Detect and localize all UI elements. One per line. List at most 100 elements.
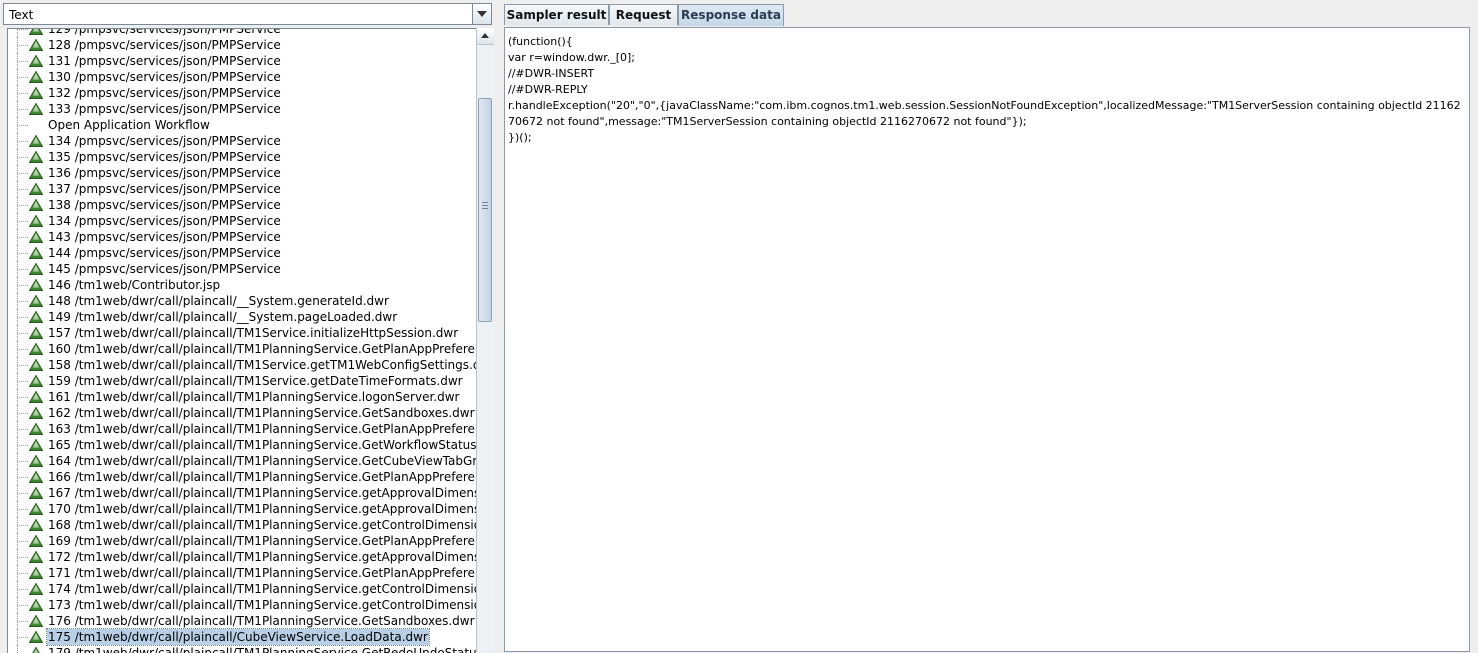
view-type-selected: Text (9, 8, 34, 22)
success-triangle-icon (29, 231, 43, 243)
response-text-area[interactable]: (function(){ var r=window.dwr._[0]; //#DWR… (508, 34, 1463, 651)
tree-item-label: 162 /tm1web/dwr/call/plaincall/TM1Planni… (48, 406, 475, 420)
tree-item[interactable]: 134 /pmpsvc/services/json/PMPService (8, 213, 476, 229)
tree-connector (17, 237, 28, 238)
tab-sampler-result[interactable]: Sampler result (504, 4, 609, 25)
tree-item[interactable]: 167 /tm1web/dwr/call/plaincall/TM1Planni… (8, 485, 476, 501)
success-triangle-icon (29, 295, 43, 307)
tab-request[interactable]: Request (609, 4, 678, 25)
tree-connector (17, 317, 28, 318)
success-triangle-icon (29, 631, 43, 643)
tree-connector (17, 61, 28, 62)
success-triangle-icon (29, 151, 43, 163)
tree-item[interactable]: 159 /tm1web/dwr/call/plaincall/TM1Servic… (8, 373, 476, 389)
tree-connector (17, 621, 28, 622)
success-triangle-icon (29, 247, 43, 259)
tree-item[interactable]: 163 /tm1web/dwr/call/plaincall/TM1Planni… (8, 421, 476, 437)
tree-item[interactable]: 175 /tm1web/dwr/call/plaincall/CubeViewS… (8, 628, 476, 646)
tree-item-label: 175 /tm1web/dwr/call/plaincall/CubeViewS… (46, 628, 430, 646)
tree-item-label: 172 /tm1web/dwr/call/plaincall/TM1Planni… (48, 550, 476, 564)
tree-connector (17, 29, 28, 30)
tree-item-label: 166 /tm1web/dwr/call/plaincall/TM1Planni… (48, 470, 476, 484)
sample-results-tree[interactable]: 129 /pmpsvc/services/json/PMPService 128 … (7, 28, 476, 653)
tree-connector (17, 125, 28, 126)
tree-item[interactable]: 133 /pmpsvc/services/json/PMPService (8, 101, 476, 117)
view-type-dropdown[interactable]: Text (3, 3, 492, 25)
response-line: //#DWR-REPLY (508, 83, 588, 96)
tree-item[interactable]: 160 /tm1web/dwr/call/plaincall/TM1Planni… (8, 341, 476, 357)
chevron-down-icon[interactable] (472, 4, 491, 24)
tree-connector (17, 141, 28, 142)
success-triangle-icon (29, 455, 43, 467)
tree-item[interactable]: 173 /tm1web/dwr/call/plaincall/TM1Planni… (8, 597, 476, 613)
tree-item-label: 134 /pmpsvc/services/json/PMPService (48, 214, 281, 228)
scroll-thumb[interactable] (478, 98, 492, 322)
tree-item[interactable]: 168 /tm1web/dwr/call/plaincall/TM1Planni… (8, 517, 476, 533)
tree-list: 129 /pmpsvc/services/json/PMPService 128 … (8, 29, 476, 653)
tree-item[interactable]: 130 /pmpsvc/services/json/PMPService (8, 69, 476, 85)
success-triangle-icon (29, 55, 43, 67)
tree-item[interactable]: 145 /pmpsvc/services/json/PMPService (8, 261, 476, 277)
tree-item-label: 135 /pmpsvc/services/json/PMPService (48, 150, 281, 164)
tree-item[interactable]: 172 /tm1web/dwr/call/plaincall/TM1Planni… (8, 549, 476, 565)
tree-connector (17, 45, 28, 46)
tree-item[interactable]: 131 /pmpsvc/services/json/PMPService (8, 53, 476, 69)
tree-item-label: 164 /tm1web/dwr/call/plaincall/TM1Planni… (48, 454, 476, 468)
success-triangle-icon (29, 263, 43, 275)
tree-item-label: 169 /tm1web/dwr/call/plaincall/TM1Planni… (48, 534, 476, 548)
success-triangle-icon (29, 359, 43, 371)
tree-item-label: 173 /tm1web/dwr/call/plaincall/TM1Planni… (48, 598, 476, 612)
tree-item[interactable]: 165 /tm1web/dwr/call/plaincall/TM1Planni… (8, 437, 476, 453)
tree-item-label: 158 /tm1web/dwr/call/plaincall/TM1Servic… (48, 358, 476, 372)
tree-item[interactable]: 143 /pmpsvc/services/json/PMPService (8, 229, 476, 245)
response-line: (function(){ (508, 35, 573, 48)
tree-item[interactable]: 134 /pmpsvc/services/json/PMPService (8, 133, 476, 149)
tree-connector (17, 525, 28, 526)
success-triangle-icon (29, 103, 43, 115)
success-triangle-icon (29, 519, 43, 531)
tree-group-item[interactable]: Open Application Workflow (8, 117, 476, 133)
tree-item[interactable]: 174 /tm1web/dwr/call/plaincall/TM1Planni… (8, 581, 476, 597)
response-data-pane[interactable]: (function(){ var r=window.dwr._[0]; //#DWR… (504, 27, 1470, 652)
tree-item[interactable]: 157 /tm1web/dwr/call/plaincall/TM1Servic… (8, 325, 476, 341)
tree-item[interactable]: 128 /pmpsvc/services/json/PMPService (8, 37, 476, 53)
tree-connector (17, 605, 28, 606)
response-line: var r=window.dwr._[0]; (508, 51, 636, 64)
scroll-up-button[interactable] (477, 28, 494, 45)
tree-connector (17, 173, 28, 174)
tree-item-label: 144 /pmpsvc/services/json/PMPService (48, 246, 281, 260)
tree-item[interactable]: 148 /tm1web/dwr/call/plaincall/__System.… (8, 293, 476, 309)
success-triangle-icon (29, 535, 43, 547)
tree-item[interactable]: 146 /tm1web/Contributor.jsp (8, 277, 476, 293)
success-triangle-icon (29, 279, 43, 291)
tree-item[interactable]: 166 /tm1web/dwr/call/plaincall/TM1Planni… (8, 469, 476, 485)
tree-item[interactable]: 164 /tm1web/dwr/call/plaincall/TM1Planni… (8, 453, 476, 469)
tree-item[interactable]: 161 /tm1web/dwr/call/plaincall/TM1Planni… (8, 389, 476, 405)
tree-item-label: 130 /pmpsvc/services/json/PMPService (48, 70, 281, 84)
response-line: })(); (508, 131, 532, 144)
tree-connector (17, 205, 28, 206)
tree-item[interactable]: 144 /pmpsvc/services/json/PMPService (8, 245, 476, 261)
tree-item-label: 131 /pmpsvc/services/json/PMPService (48, 54, 281, 68)
tree-item-partial[interactable]: 129 /pmpsvc/services/json/PMPService (8, 29, 476, 37)
tree-vertical-scrollbar[interactable] (476, 28, 494, 652)
tree-connector (17, 573, 28, 574)
success-triangle-icon (29, 311, 43, 323)
tab-response-data[interactable]: Response data (678, 4, 784, 26)
tree-item[interactable]: 171 /tm1web/dwr/call/plaincall/TM1Planni… (8, 565, 476, 581)
tree-item[interactable]: 176 /tm1web/dwr/call/plaincall/TM1Planni… (8, 613, 476, 629)
tree-item-label: 159 /tm1web/dwr/call/plaincall/TM1Servic… (48, 374, 463, 388)
tree-item[interactable]: 162 /tm1web/dwr/call/plaincall/TM1Planni… (8, 405, 476, 421)
tree-item[interactable]: 170 /tm1web/dwr/call/plaincall/TM1Planni… (8, 501, 476, 517)
tree-item[interactable]: 135 /pmpsvc/services/json/PMPService (8, 149, 476, 165)
tree-item[interactable]: 132 /pmpsvc/services/json/PMPService (8, 85, 476, 101)
tree-item[interactable]: 149 /tm1web/dwr/call/plaincall/__System.… (8, 309, 476, 325)
tree-item[interactable]: 158 /tm1web/dwr/call/plaincall/TM1Servic… (8, 357, 476, 373)
tree-item[interactable]: 137 /pmpsvc/services/json/PMPService (8, 181, 476, 197)
tree-connector (17, 221, 28, 222)
tree-item[interactable]: 169 /tm1web/dwr/call/plaincall/TM1Planni… (8, 533, 476, 549)
tree-item[interactable]: 138 /pmpsvc/services/json/PMPService (8, 197, 476, 213)
success-triangle-icon (29, 183, 43, 195)
tree-connector (17, 253, 28, 254)
tree-item[interactable]: 136 /pmpsvc/services/json/PMPService (8, 165, 476, 181)
